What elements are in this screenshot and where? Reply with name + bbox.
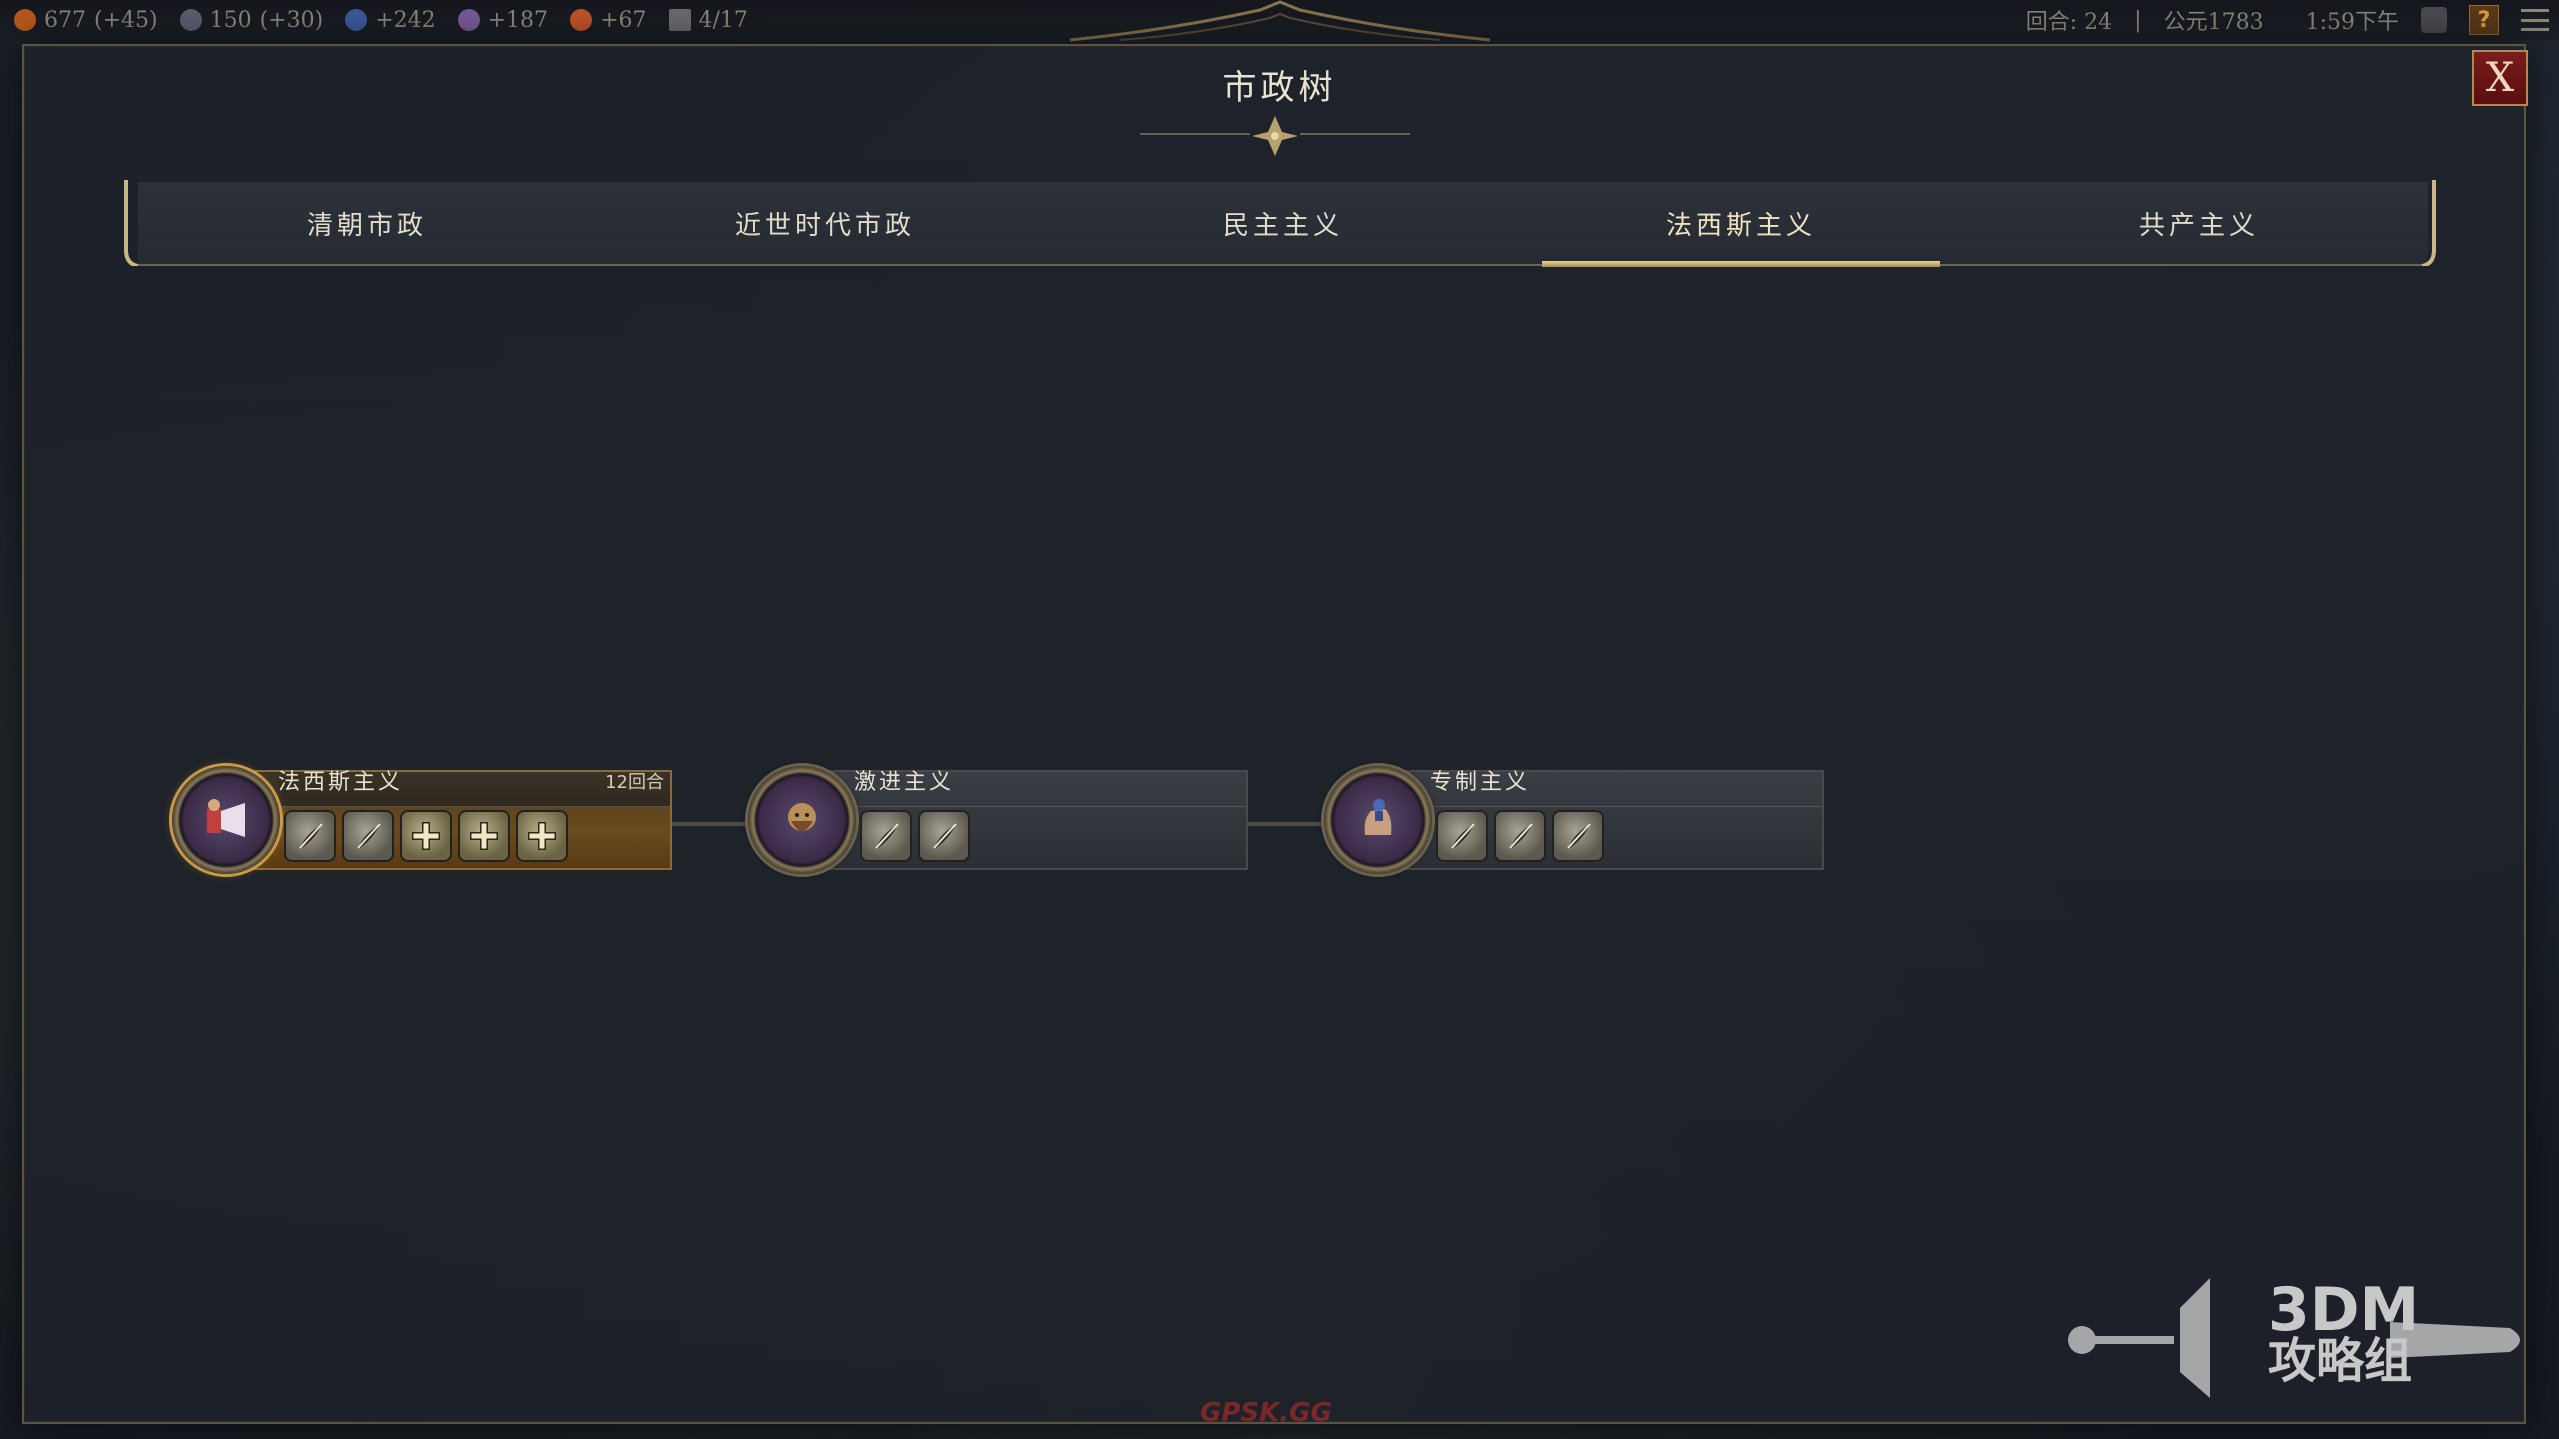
watermark-text: 3DM 攻略组 (2268, 1275, 2420, 1389)
civic-name: 法西斯主义 (278, 770, 404, 795)
quill-icon[interactable] (918, 810, 970, 862)
separator: | (2134, 7, 2142, 33)
civic-turns: 12回合 (605, 772, 664, 793)
civic-unlocks (860, 810, 970, 862)
resource-value: 150 (209, 7, 252, 33)
quill-icon[interactable] (342, 810, 394, 862)
watermark-line2: 攻略组 (2268, 1333, 2413, 1389)
clock: 1:59下午 (2305, 10, 2399, 35)
civic-node-radicalism[interactable]: 激进主义 (748, 766, 1248, 878)
plus-icon[interactable] (400, 810, 452, 862)
top-right-info: 回合: 24 | 公元1783 1:59下午 ? (2026, 0, 2549, 40)
resource-cities[interactable]: 4/17 (668, 7, 748, 33)
resource-science[interactable]: +242 (345, 7, 436, 33)
fascism-civic-icon (172, 766, 280, 874)
tab-communism[interactable]: 共产主义 (1970, 182, 2428, 264)
quill-icon[interactable] (284, 810, 336, 862)
title-ornament-icon (1140, 116, 1410, 156)
help-icon[interactable]: ? (2469, 5, 2499, 35)
autocracy-civic-icon (1324, 766, 1432, 874)
civic-unlocks (1436, 810, 1604, 862)
bottom-watermark: GPSK.GG (1200, 1398, 1332, 1428)
tab-modern-civics[interactable]: 近世时代市政 (596, 182, 1054, 264)
gold-icon (14, 9, 36, 31)
resource-value: +67 (600, 7, 647, 33)
close-button[interactable]: X (2472, 50, 2528, 106)
quill-icon[interactable] (1552, 810, 1604, 862)
resource-value: 677 (44, 7, 86, 33)
year-label: 公元1783 (2163, 10, 2264, 35)
watermark-line1: 3DM (2268, 1275, 2420, 1345)
tabs-left-cap (124, 180, 138, 266)
faith-icon (570, 9, 593, 31)
globe-icon (179, 9, 202, 31)
resource-culture[interactable]: +187 (457, 7, 549, 33)
radicalism-civic-icon (748, 766, 856, 874)
civic-unlocks (284, 810, 568, 862)
quill-icon[interactable] (1436, 810, 1488, 862)
resource-value: +242 (375, 7, 436, 33)
advisor-icon[interactable] (2421, 7, 2447, 33)
resource-faith[interactable]: +67 (570, 7, 647, 33)
civic-name: 激进主义 (854, 770, 955, 795)
tree-connector (1248, 822, 1328, 826)
civic-name: 专制主义 (1430, 770, 1531, 795)
resource-delta: (+30) (259, 7, 324, 33)
tree-connector (672, 822, 752, 826)
civic-node-autocracy[interactable]: 专制主义 (1324, 766, 1824, 878)
civic-era-tabs: 清朝市政 近世时代市政 民主主义 法西斯主义 共产主义 (138, 182, 2428, 267)
quill-icon[interactable] (1494, 810, 1546, 862)
civic-node-fascism[interactable]: 法西斯主义 12回合 (172, 766, 672, 878)
turn-counter: 回合: 24 (2025, 10, 2113, 35)
top-ornament-icon (1069, 0, 1491, 42)
tabs-right-cap (2422, 180, 2436, 266)
plus-icon[interactable] (458, 810, 510, 862)
music-note-icon (457, 9, 480, 31)
page-title: 市政树 (1222, 68, 1337, 108)
resource-globe[interactable]: 150 (+30) (179, 7, 324, 33)
quill-icon[interactable] (860, 810, 912, 862)
resource-value: 4/17 (698, 7, 748, 33)
resource-value: +187 (487, 7, 549, 33)
science-flask-icon (345, 9, 368, 31)
tab-democracy[interactable]: 民主主义 (1054, 182, 1512, 264)
tab-fascism[interactable]: 法西斯主义 (1512, 182, 1970, 267)
tab-qing-civics[interactable]: 清朝市政 (138, 182, 596, 264)
plus-icon[interactable] (516, 810, 568, 862)
resource-delta: (+45) (94, 7, 158, 33)
city-icon (668, 9, 691, 31)
resource-gold[interactable]: 677 (+45) (14, 8, 158, 33)
menu-icon[interactable] (2521, 9, 2549, 31)
